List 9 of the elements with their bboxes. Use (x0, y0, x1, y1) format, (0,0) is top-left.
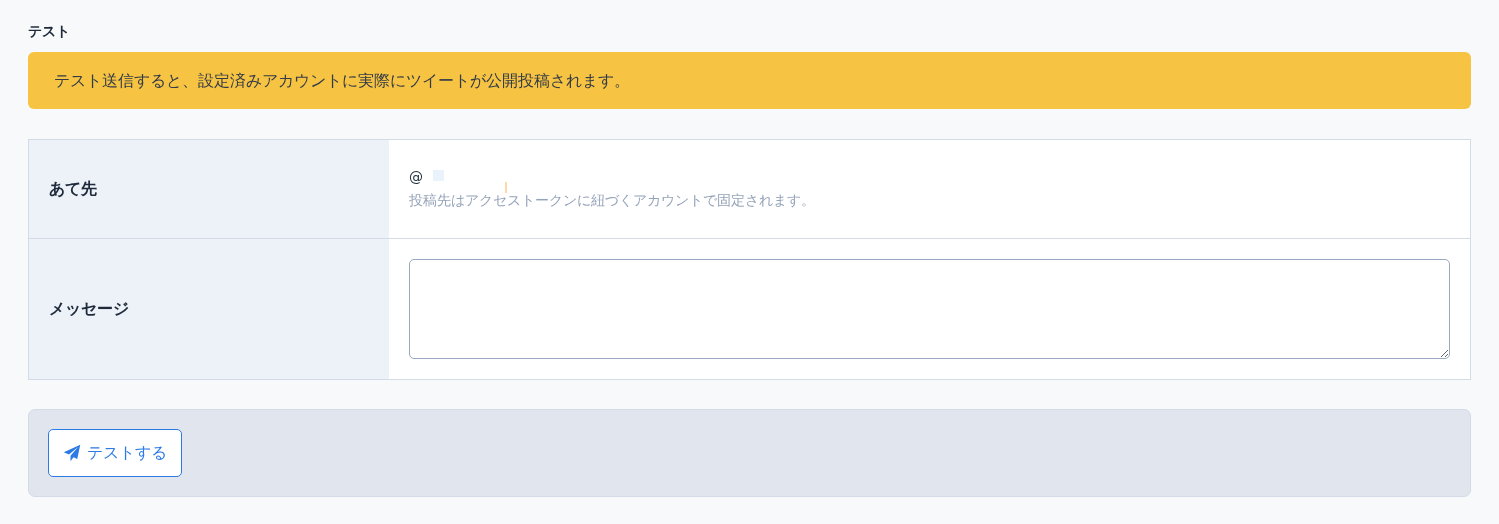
field-label: あて先 (29, 140, 389, 238)
help-text: 投稿先はアクセストークンに紐づくアカウントで固定されます。 (409, 192, 816, 210)
field-label: メッセージ (29, 239, 389, 379)
warning-alert: テスト送信すると、設定済みアカウントに実際にツイートが公開投稿されます。 (28, 52, 1471, 109)
message-field[interactable] (409, 259, 1450, 359)
section-title: テスト (28, 22, 71, 41)
paper-plane-icon (63, 444, 81, 462)
test-button[interactable]: テストする (48, 429, 182, 477)
account-handle: @ (409, 168, 423, 186)
